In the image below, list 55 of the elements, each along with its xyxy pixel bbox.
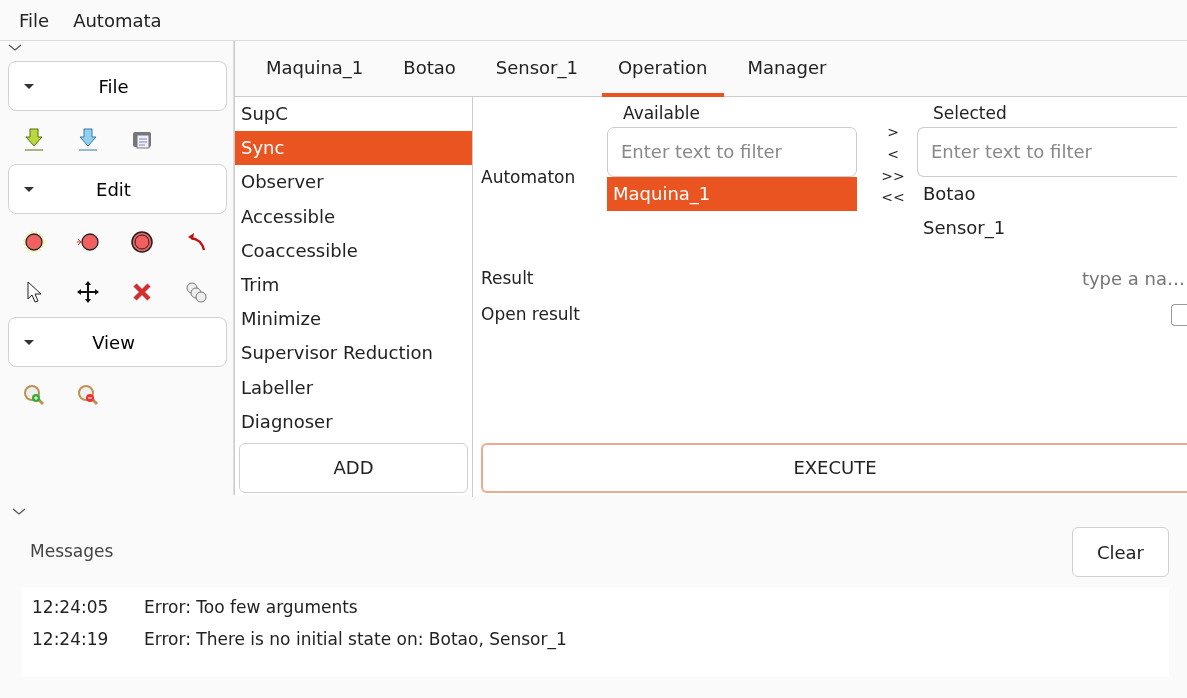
initial-state-icon[interactable] xyxy=(76,230,100,254)
move-button[interactable]: < xyxy=(881,144,905,164)
message-text: Error: There is no initial state on: Botao, Sensor_1 xyxy=(144,628,567,652)
list-item[interactable]: Maquina_1 xyxy=(607,176,857,211)
add-button[interactable]: ADD xyxy=(239,442,468,493)
section-button[interactable]: Edit xyxy=(8,164,227,214)
zoom-in-icon[interactable] xyxy=(22,383,46,407)
tab[interactable]: Operation xyxy=(601,41,724,97)
operation-item[interactable]: Observer xyxy=(235,165,472,200)
messages-title: Messages xyxy=(29,540,114,564)
list-item[interactable]: Botao xyxy=(917,176,1177,211)
move-button[interactable]: >> xyxy=(881,166,905,186)
filter-field[interactable]: Enter text to filter xyxy=(917,126,1177,177)
download-arrow-icon[interactable] xyxy=(76,127,100,151)
automaton-label: Automaton xyxy=(481,166,577,189)
column-title: Selected xyxy=(932,102,1008,125)
section-button[interactable]: File xyxy=(8,61,227,111)
message-time: 12:24:19 xyxy=(32,628,110,651)
clear-button[interactable]: Clear xyxy=(1071,527,1169,577)
chevron-icon[interactable] xyxy=(8,43,22,53)
section-button[interactable]: View xyxy=(8,317,227,367)
operation-item[interactable]: Diagnoser xyxy=(235,404,472,439)
operation-item[interactable]: Coaccessible xyxy=(235,233,472,268)
open-result-label: Open result xyxy=(481,302,581,326)
operation-item[interactable]: SupC xyxy=(235,97,472,132)
final-state-icon[interactable] xyxy=(130,230,154,254)
message-text: Error: Too few arguments xyxy=(144,596,358,619)
operation-item[interactable]: Accessible xyxy=(235,199,472,234)
result-label: Result xyxy=(481,266,534,290)
operation-item[interactable]: Minimize xyxy=(235,302,472,337)
state-circle-icon[interactable] xyxy=(22,230,46,254)
menu-item[interactable]: Automata xyxy=(73,6,162,34)
list-item[interactable]: Sensor_1 xyxy=(917,210,1177,245)
zoom-out-icon[interactable] xyxy=(76,383,100,407)
operation-item[interactable]: Sync xyxy=(235,131,472,166)
tab[interactable]: Sensor_1 xyxy=(479,41,594,97)
menu-item[interactable]: File xyxy=(19,6,50,34)
move-button[interactable]: << xyxy=(881,188,905,208)
tab[interactable]: Manager xyxy=(731,41,843,97)
execute-button[interactable]: EXECUTE xyxy=(481,442,1187,493)
column-title: Available xyxy=(622,102,701,125)
checkbox[interactable] xyxy=(1171,303,1187,326)
move-button[interactable]: > xyxy=(881,123,905,142)
chevron-icon[interactable] xyxy=(12,507,26,517)
link-rings-icon[interactable] xyxy=(184,280,208,304)
operation-item[interactable]: Supervisor Reduction xyxy=(235,336,472,371)
operation-item[interactable]: Trim xyxy=(235,267,472,303)
tab[interactable]: Maquina_1 xyxy=(250,41,380,97)
move-icon[interactable] xyxy=(76,280,100,304)
message-time: 12:24:05 xyxy=(32,596,110,619)
operation-item[interactable]: Labeller xyxy=(235,370,472,405)
result-field[interactable]: type a na… xyxy=(533,264,1187,293)
tab[interactable]: Botao xyxy=(387,41,472,97)
filter-field[interactable]: Enter text to filter xyxy=(607,126,857,177)
download-arrow-icon[interactable] xyxy=(22,127,46,151)
